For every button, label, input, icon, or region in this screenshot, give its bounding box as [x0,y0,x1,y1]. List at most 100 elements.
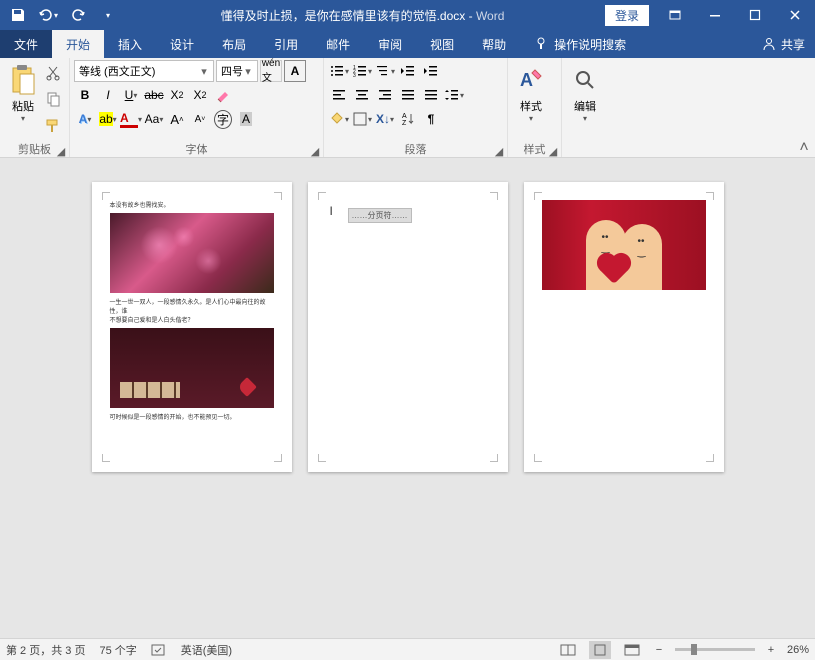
qat-customize[interactable]: ▾ [94,1,122,29]
align-center[interactable] [351,84,373,106]
sort-button[interactable]: AZ [397,108,419,130]
ribbon-display-options[interactable] [655,0,695,30]
clear-formatting[interactable] [212,84,234,106]
numbering-button[interactable]: 123▾ [351,60,373,82]
text-cursor-icon: I [330,204,333,218]
align-left[interactable] [328,84,350,106]
minimize-button[interactable] [695,0,735,30]
font-size-combo[interactable]: 四号▾ [216,60,258,82]
shrink-font[interactable]: A˅ [189,108,211,130]
styles-button[interactable]: A 样式 ▾ [512,60,550,139]
distributed[interactable] [420,84,442,106]
ribbon: 粘贴 ▾ 剪贴板◢ 等线 (西文正文)▾ 四号▾ wén文 A B I U▾ [0,58,815,158]
tab-mailings[interactable]: 邮件 [312,30,364,58]
login-button[interactable]: 登录 [605,5,649,26]
tab-layout[interactable]: 布局 [208,30,260,58]
character-shading[interactable]: A [235,108,257,130]
collapse-ribbon[interactable]: ˄ [797,141,811,155]
tab-design[interactable]: 设计 [156,30,208,58]
image-love-blocks[interactable] [110,328,274,408]
titlebar-center: 懂得及时止损，是你在感情里该有的觉悟.docx - Word [126,7,599,24]
align-justify[interactable] [397,84,419,106]
tab-file[interactable]: 文件 [0,30,52,58]
tab-review[interactable]: 审阅 [364,30,416,58]
web-layout-view[interactable] [621,641,643,659]
format-painter[interactable] [42,115,64,137]
decrease-indent[interactable] [397,60,419,82]
tab-view[interactable]: 视图 [416,30,468,58]
dialog-launcher-icon[interactable]: ◢ [55,145,67,157]
page-2[interactable]: I ……分页符…… [308,182,508,472]
page-indicator[interactable]: 第 2 页，共 3 页 [6,642,85,658]
tab-insert[interactable]: 插入 [104,30,156,58]
status-bar: 第 2 页，共 3 页 75 个字 英语(美国) − + 26% [0,638,815,660]
redo-button[interactable] [64,1,92,29]
zoom-slider[interactable] [675,648,755,651]
dialog-launcher-icon[interactable]: ◢ [547,145,559,157]
word-count[interactable]: 75 个字 [99,642,136,658]
highlight-button[interactable]: ab▾ [97,108,119,130]
enclose-characters[interactable]: 字 [212,108,234,130]
document-area[interactable]: 本没有故乡也需找安。 一生一世一双人，一段感情久永久。是人们心中最向往的故性，谁… [0,158,815,638]
body-text: 一生一世一双人，一段感情久永久。是人们心中最向往的故性，谁 [110,297,274,315]
body-text: 不想要自己爱和是人白头偕老？ [110,315,274,324]
subscript-button[interactable]: X2 [166,84,188,106]
text-effects[interactable]: A▾ [74,108,96,130]
language-indicator[interactable]: 英语(美国) [181,642,232,658]
dialog-launcher-icon[interactable]: ◢ [309,145,321,157]
change-case[interactable]: Aa▾ [143,108,165,130]
ribbon-tabs: 文件 开始 插入 设计 布局 引用 邮件 审阅 视图 帮助 操作说明搜索 共享 [0,30,815,58]
tell-me-search[interactable]: 操作说明搜索 [520,30,640,58]
zoom-out[interactable]: − [653,644,665,656]
underline-button[interactable]: U▾ [120,84,142,106]
font-color[interactable]: A▾ [120,108,142,130]
borders-button[interactable]: ▾ [351,108,373,130]
superscript-button[interactable]: X2 [189,84,211,106]
strikethrough-button[interactable]: abc [143,84,165,106]
tab-references[interactable]: 引用 [260,30,312,58]
page-3[interactable]: ••‿ ••‿ [524,182,724,472]
tab-help[interactable]: 帮助 [468,30,520,58]
print-layout-view[interactable] [589,641,611,659]
line-spacing[interactable]: ▾ [443,84,465,106]
italic-button[interactable]: I [97,84,119,106]
grow-font[interactable]: A˄ [166,108,188,130]
editing-button[interactable]: 编辑 ▾ [566,60,604,139]
undo-button[interactable]: ▾ [34,1,62,29]
bullets-button[interactable]: ▾ [328,60,350,82]
group-paragraph: ▾ 123▾ ▾ ▾ ▾ ▾ X↓▾ AZ ¶ 段落◢ [324,58,508,157]
cut-button[interactable] [42,62,64,84]
read-mode-view[interactable] [557,641,579,659]
title-bar: ▾ ▾ 懂得及时止损，是你在感情里该有的觉悟.docx - Word 登录 [0,0,815,30]
quick-access-toolbar: ▾ ▾ [0,1,126,29]
copy-button[interactable] [42,88,64,110]
close-button[interactable] [775,0,815,30]
phonetic-guide[interactable]: wén文 [260,60,282,82]
share-button[interactable]: 共享 [761,36,805,53]
page-1[interactable]: 本没有故乡也需找安。 一生一世一双人，一段感情久永久。是人们心中最向往的故性，谁… [92,182,292,472]
group-clipboard: 粘贴 ▾ 剪贴板◢ [0,58,70,157]
svg-text:A: A [520,70,533,90]
paste-button[interactable]: 粘贴 ▾ [4,60,42,139]
multilevel-list[interactable]: ▾ [374,60,396,82]
image-plum-blossom[interactable] [110,213,274,293]
align-right[interactable] [374,84,396,106]
group-label-editing [562,141,616,157]
save-button[interactable] [4,1,32,29]
image-finger-couple[interactable]: ••‿ ••‿ [542,200,706,290]
bold-button[interactable]: B [74,84,96,106]
asian-layout[interactable]: X↓▾ [374,108,396,130]
shading-button[interactable]: ▾ [328,108,350,130]
increase-indent[interactable] [420,60,442,82]
zoom-in[interactable]: + [765,644,777,656]
maximize-button[interactable] [735,0,775,30]
proofing-icon[interactable] [151,643,167,657]
dialog-launcher-icon[interactable]: ◢ [493,145,505,157]
tab-home[interactable]: 开始 [52,30,104,58]
tell-me-label: 操作说明搜索 [554,36,626,53]
font-family-combo[interactable]: 等线 (西文正文)▾ [74,60,214,82]
character-border[interactable]: A [284,60,306,82]
zoom-level[interactable]: 26% [787,644,809,656]
share-label: 共享 [781,36,805,53]
show-hide-marks[interactable]: ¶ [420,108,442,130]
